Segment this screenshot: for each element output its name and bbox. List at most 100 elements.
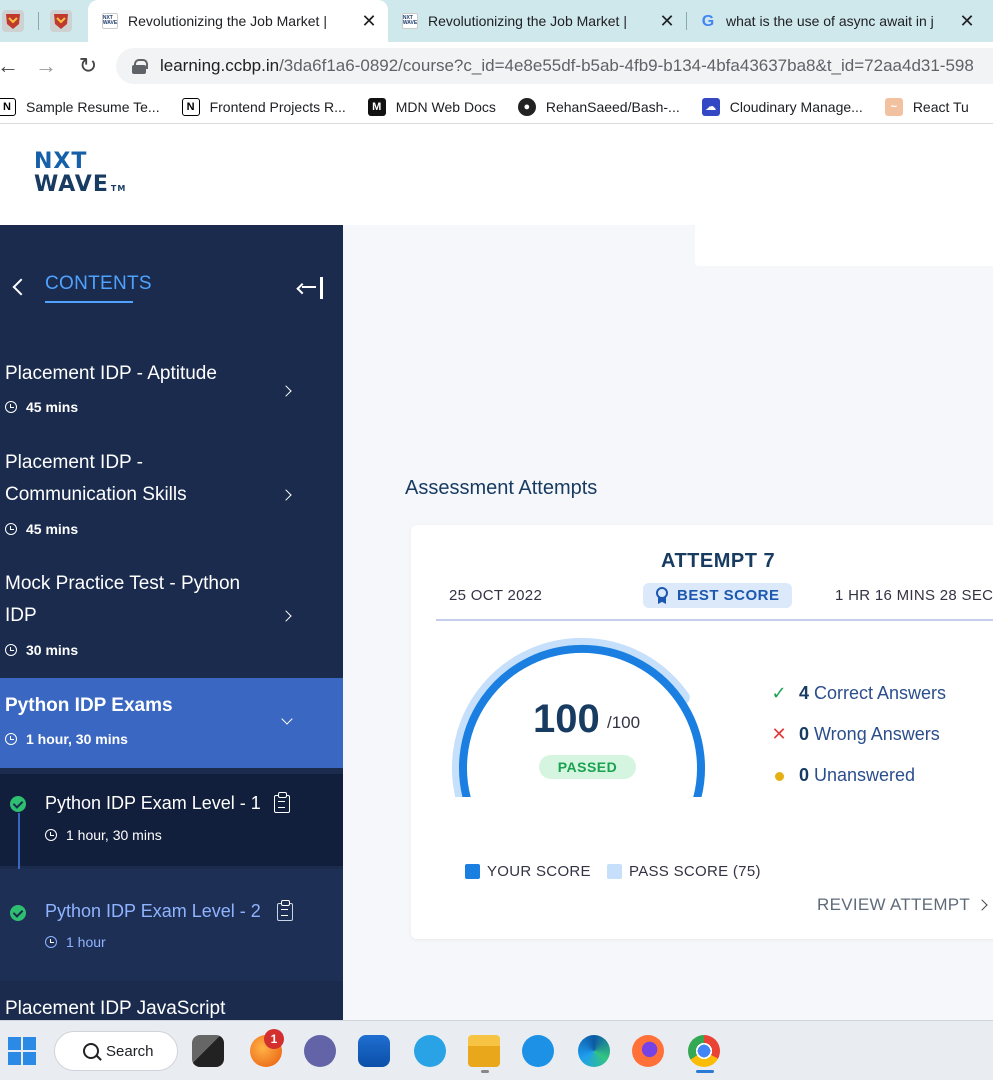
mdn-icon: M: [367, 97, 386, 116]
bookmark-label: React Tu: [912, 98, 969, 115]
sidebar-item-communication[interactable]: Placement IDP - Communication Skills 45 …: [0, 447, 343, 547]
sidebar-item-title: Placement IDP - Communication Skills: [5, 452, 187, 505]
sub-item-duration: 1 hour, 30 mins: [66, 827, 162, 843]
windows-start-icon[interactable]: [8, 1037, 36, 1065]
course-sidebar: CONTENTS Placement IDP - Aptitude 45 min…: [0, 225, 343, 1020]
contents-heading[interactable]: CONTENTS: [45, 273, 152, 295]
bookmark-frontend-projects[interactable]: N Frontend Projects R...: [181, 97, 346, 116]
bookmark-sample-resume[interactable]: N Sample Resume Te...: [0, 97, 160, 116]
close-icon[interactable]: ✕: [358, 11, 380, 32]
notion-icon: N: [0, 97, 16, 116]
bookmark-github[interactable]: ● RehanSaeed/Bash-...: [517, 97, 680, 116]
shield-logo-icon: [54, 14, 68, 29]
sidebar-item-duration-row: 1 hour, 30 mins: [5, 731, 128, 747]
store-icon[interactable]: [358, 1035, 390, 1067]
tab-3[interactable]: G what is the use of async await in j ✕: [686, 0, 986, 42]
bookmark-mdn[interactable]: M MDN Web Docs: [367, 97, 496, 116]
google-favicon: G: [701, 12, 715, 30]
address-bar: ← → ↻ learning.ccbp.in/3da6f1a6-0892/cou…: [0, 42, 993, 90]
back-chevron-icon[interactable]: [10, 275, 30, 299]
score-value: 100: [533, 697, 600, 741]
review-attempt-button[interactable]: REVIEW ATTEMPT: [817, 895, 988, 915]
task-view-icon[interactable]: [192, 1035, 224, 1067]
sub-item-exam-level-1[interactable]: Python IDP Exam Level - 1 1 hour, 30 min…: [0, 774, 343, 866]
legend-label: YOUR SCORE: [487, 863, 591, 880]
react-icon: ~: [884, 97, 903, 116]
bookmark-react[interactable]: ~ React Tu: [884, 97, 969, 116]
bookmark-label: RehanSaeed/Bash-...: [545, 98, 680, 115]
sidebar-item-duration: 1 hour, 30 mins: [26, 731, 128, 747]
bookmarks-bar: N Sample Resume Te... N Frontend Project…: [0, 90, 993, 124]
bookmark-label: Frontend Projects R...: [209, 98, 346, 115]
close-icon[interactable]: ✕: [956, 11, 978, 32]
shield-logo-icon: [6, 14, 20, 29]
taskbar-search[interactable]: Search: [54, 1031, 178, 1071]
logo-line-1: NXT: [34, 149, 88, 174]
contents-underline: [45, 301, 133, 303]
sidebar-header: CONTENTS: [0, 225, 343, 325]
collapse-sidebar-icon[interactable]: [302, 277, 324, 299]
file-explorer-icon[interactable]: [468, 1035, 500, 1067]
sidebar-item-title: Python IDP Exams: [5, 695, 173, 716]
sub-item-exam-level-2[interactable]: Python IDP Exam Level - 2 1 hour: [0, 869, 343, 981]
medal-icon: [655, 587, 669, 604]
tab-active[interactable]: NXT WAVE Revolutionizing the Job Market |…: [88, 0, 388, 42]
chevron-down-icon: [281, 713, 293, 725]
stat-label: Unanswered: [814, 765, 916, 785]
clock-icon: [5, 523, 17, 535]
pinned-tab-1[interactable]: [2, 10, 24, 32]
reload-button[interactable]: ↻: [74, 52, 102, 80]
tab-separator: [38, 12, 39, 30]
url-field[interactable]: learning.ccbp.in/3da6f1a6-0892/course?c_…: [116, 48, 993, 84]
tab-2[interactable]: NXT WAVE Revolutionizing the Job Market |…: [388, 0, 686, 42]
sidebar-item-mock-test[interactable]: Mock Practice Test - Python IDP 30 mins: [0, 568, 343, 668]
logo-line-2: WAVE: [34, 172, 109, 197]
close-icon[interactable]: ✕: [656, 11, 678, 32]
stat-label: Correct Answers: [814, 683, 947, 703]
sub-item-duration-row: 1 hour, 30 mins: [45, 827, 162, 843]
legend-your-score: YOUR SCORE: [465, 863, 591, 880]
legend-pass-score: PASS SCORE (75): [607, 863, 761, 880]
clock-icon: [5, 733, 17, 745]
lock-icon[interactable]: [132, 59, 148, 74]
pinned-tab-2[interactable]: [50, 10, 72, 32]
nxtwave-favicon: NXT WAVE: [402, 13, 418, 29]
chrome-icon[interactable]: [688, 1035, 720, 1067]
edge-icon[interactable]: [578, 1035, 610, 1067]
completed-check-icon: [10, 796, 26, 812]
tab-title: what is the use of async await in j: [726, 13, 934, 29]
previous-card: [695, 225, 993, 266]
stat-correct: ✓ 4 Correct Answers: [767, 683, 946, 704]
clock-icon: [5, 401, 17, 413]
bookmark-cloudinary[interactable]: ☁ Cloudinary Manage...: [701, 97, 863, 116]
browser-tab-bar: NXT WAVE Revolutionizing the Job Market |…: [0, 0, 993, 42]
sidebar-item-python-exams[interactable]: Python IDP Exams 1 hour, 30 mins: [0, 678, 343, 768]
review-attempt-label: REVIEW ATTEMPT: [817, 895, 971, 914]
check-icon: ✓: [771, 683, 787, 703]
firefox-icon[interactable]: [632, 1035, 664, 1067]
clock-icon: [45, 829, 57, 841]
forward-button[interactable]: →: [32, 52, 60, 80]
taskbar-search-label: Search: [106, 1042, 154, 1060]
help-icon[interactable]: [414, 1035, 446, 1067]
sidebar-item-duration-row: 45 mins: [5, 521, 78, 537]
back-button[interactable]: ←: [0, 52, 22, 80]
sidebar-item-title: Placement IDP JavaScript: [5, 998, 226, 1019]
docker-icon[interactable]: [522, 1035, 554, 1067]
attempt-title: ATTEMPT 7: [661, 550, 776, 572]
sidebar-item-title: Placement IDP - Aptitude: [5, 363, 217, 384]
dot-icon: [767, 765, 791, 786]
stat-count: 0: [799, 724, 810, 744]
attempt-duration: 1 HR 16 MINS 28 SEC: [835, 587, 993, 604]
sidebar-item-javascript[interactable]: Placement IDP JavaScript: [0, 983, 343, 1020]
bookmark-label: Cloudinary Manage...: [729, 98, 863, 115]
sidebar-item-inner: Python IDP Exams 1 hour, 30 mins: [0, 678, 343, 768]
sidebar-item-duration: 30 mins: [26, 642, 79, 658]
teams-chat-icon[interactable]: [304, 1035, 336, 1067]
score-max: /100: [607, 713, 641, 732]
assessment-clipboard-icon: [277, 900, 293, 921]
sidebar-item-aptitude[interactable]: Placement IDP - Aptitude 45 mins: [0, 355, 343, 435]
nxtwave-logo[interactable]: NXT WAVE TM: [34, 151, 144, 199]
best-score-badge: BEST SCORE: [643, 583, 792, 608]
completed-check-icon: [10, 905, 26, 921]
